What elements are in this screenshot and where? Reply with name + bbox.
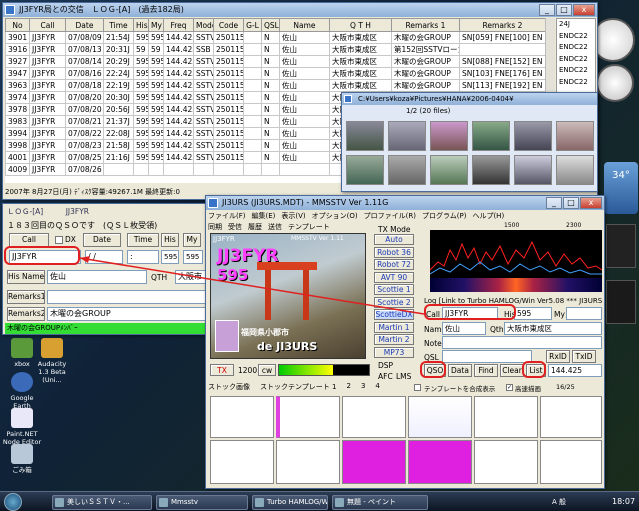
taskbar-item[interactable]: 無題 - ペイント — [332, 495, 428, 510]
taskbar-item-icon — [159, 498, 168, 507]
annotation-arrow — [79, 256, 425, 315]
taskbar-item-icon — [255, 498, 264, 507]
taskbar: 美しいＳＳＴＶ・... Mmsstv Turbo HAMLOG/Win 無題 -… — [0, 491, 639, 511]
taskbar-item-icon — [335, 498, 344, 507]
taskbar-item[interactable]: Turbo HAMLOG/Win — [252, 495, 328, 510]
start-button[interactable] — [4, 493, 22, 511]
taskbar-item[interactable]: 美しいＳＳＴＶ・... — [52, 495, 152, 510]
taskbar-item[interactable]: Mmsstv — [156, 495, 248, 510]
ime-indicator[interactable]: A 般 — [552, 497, 566, 507]
taskbar-item-icon — [55, 498, 64, 507]
taskbar-clock[interactable]: 18:07 — [612, 497, 635, 506]
